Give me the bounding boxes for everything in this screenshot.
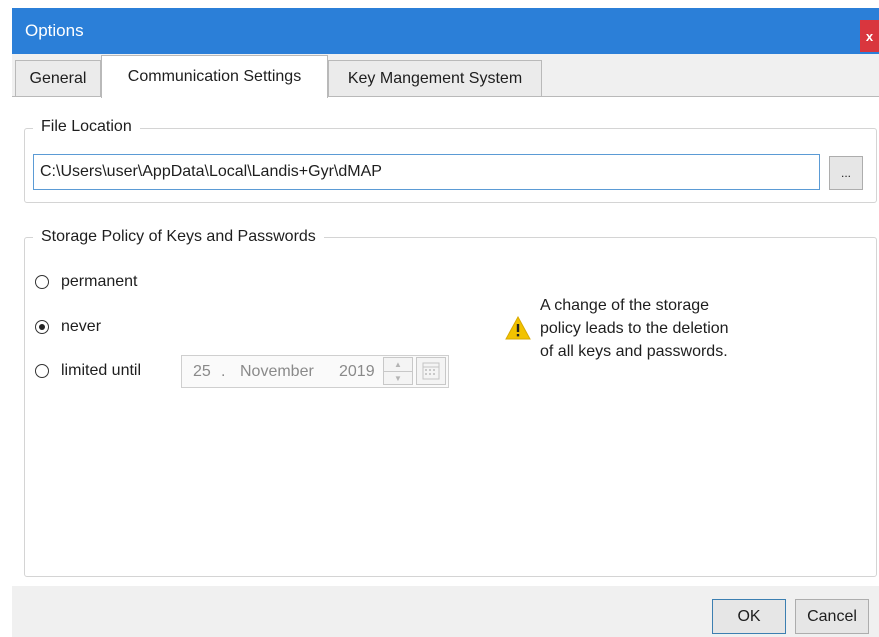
storage-policy-legend: Storage Policy of Keys and Passwords	[33, 228, 324, 246]
tab-communication-settings[interactable]: Communication Settings	[101, 55, 328, 98]
date-separator: .	[221, 363, 226, 380]
spinner-down-icon[interactable]: ▼	[384, 372, 412, 385]
tab-general[interactable]: General	[15, 60, 101, 96]
radio-never[interactable]: never	[35, 318, 101, 336]
tab-key-management-system-label: Key Mangement System	[347, 69, 523, 87]
storage-policy-warning: A change of the storage policy leads to …	[540, 294, 729, 363]
date-month: November	[240, 363, 314, 380]
window-title: Options	[25, 21, 84, 40]
close-button[interactable]: x	[860, 20, 879, 52]
storage-policy-group	[24, 237, 877, 577]
radio-never-circle[interactable]	[35, 320, 49, 334]
radio-permanent-label: permanent	[61, 273, 138, 290]
file-location-legend: File Location	[33, 118, 140, 136]
date-year: 2019	[339, 363, 375, 380]
date-day: 25	[193, 363, 211, 380]
warning-line: A change of the storage	[540, 297, 710, 314]
radio-permanent[interactable]: permanent	[35, 273, 138, 291]
warning-line: policy leads to the deletion	[540, 320, 729, 337]
file-path-input[interactable]	[33, 154, 820, 190]
calendar-icon	[422, 362, 440, 380]
spinner-up-icon[interactable]: ▲	[384, 358, 412, 372]
radio-limited-until[interactable]: limited until	[35, 362, 141, 380]
radio-never-label: never	[61, 318, 102, 335]
radio-limited-until-label: limited until	[61, 362, 142, 379]
title-bar: Options x	[12, 8, 879, 54]
radio-permanent-circle[interactable]	[35, 275, 49, 289]
radio-limited-until-circle[interactable]	[35, 364, 49, 378]
calendar-button[interactable]	[416, 357, 446, 385]
date-spinner[interactable]: ▲ ▼	[383, 357, 413, 385]
browse-button[interactable]: ...	[829, 156, 863, 190]
warning-line: of all keys and passwords.	[540, 343, 728, 360]
tab-communication-settings-label: Communication Settings	[127, 68, 302, 85]
warning-icon	[505, 316, 531, 340]
tab-general-label: General	[29, 69, 87, 87]
cancel-button[interactable]: Cancel	[795, 599, 869, 634]
ok-button[interactable]: OK	[712, 599, 786, 634]
tab-key-management-system[interactable]: Key Mangement System	[328, 60, 542, 96]
